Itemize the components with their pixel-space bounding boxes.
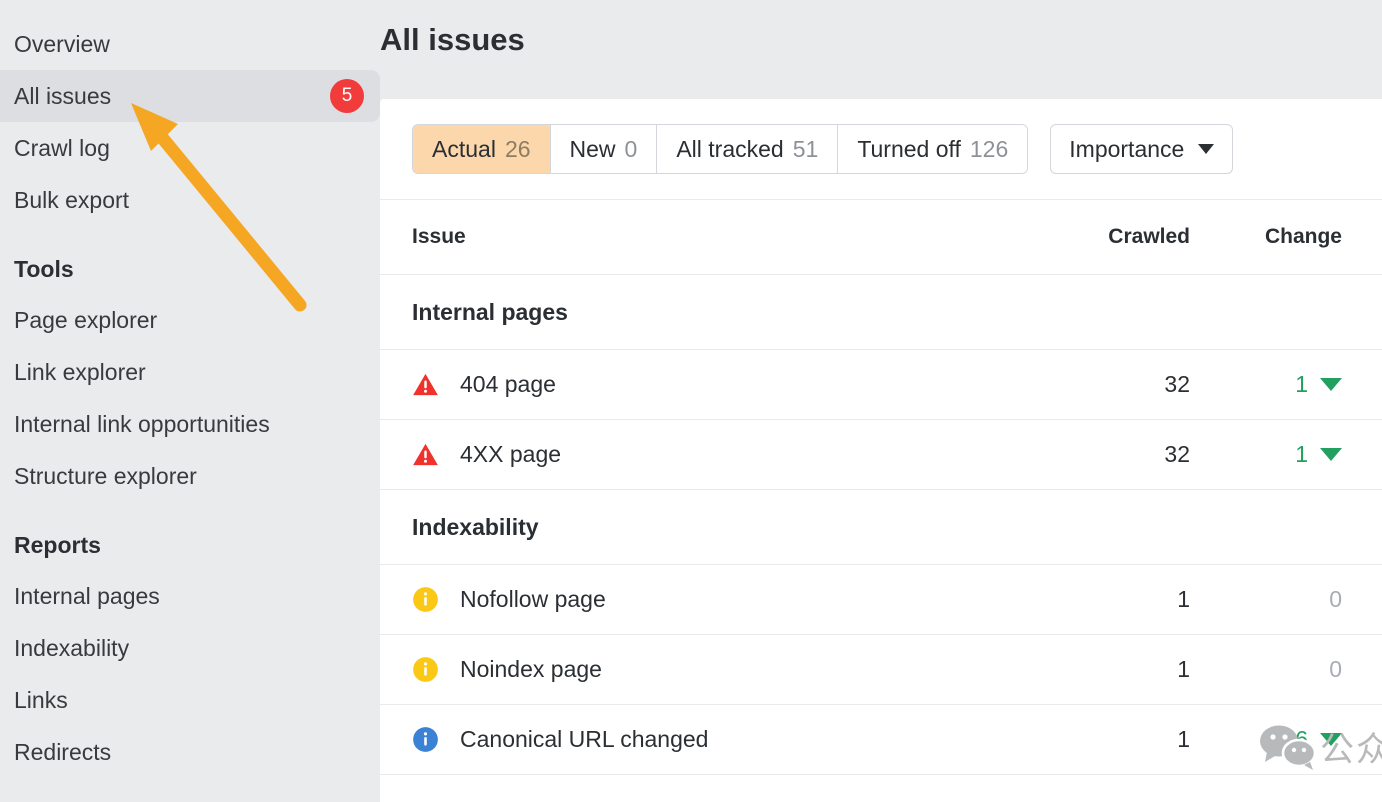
error-triangle-icon xyxy=(413,373,438,396)
warning-info-icon xyxy=(413,657,438,682)
sidebar-item-structure-explorer[interactable]: Structure explorer xyxy=(0,450,380,502)
change-number: 6 xyxy=(1295,726,1308,752)
table-group-header: Indexability xyxy=(380,490,1382,565)
column-header-crawled[interactable]: Crawled xyxy=(1020,225,1190,249)
sidebar-item-label: Structure explorer xyxy=(14,462,197,489)
sidebar-item-link-explorer[interactable]: Link explorer xyxy=(0,346,380,398)
sidebar-item-bulk-export[interactable]: Bulk export xyxy=(0,174,380,226)
table-row[interactable]: 4XX page 32 1 xyxy=(380,420,1382,490)
tab-count: 126 xyxy=(969,135,1009,162)
tab-all-tracked[interactable]: All tracked 51 xyxy=(657,125,839,173)
issue-label: 4XX page xyxy=(460,441,562,467)
crawled-value: 1 xyxy=(1177,586,1190,612)
sidebar-item-label: All issues xyxy=(14,82,112,109)
change-value: 6 xyxy=(1190,726,1350,753)
sidebar-item-label: Link explorer xyxy=(14,358,146,385)
crawled-value: 32 xyxy=(1164,441,1190,467)
table-group-header: Internal pages xyxy=(380,275,1382,350)
change-number: 0 xyxy=(1329,586,1342,612)
issue-cell: Nofollow page xyxy=(412,586,1020,613)
issue-cell: 404 page xyxy=(412,371,1020,398)
error-triangle-icon xyxy=(413,443,438,466)
triangle-down-icon xyxy=(1320,733,1342,746)
issues-toolbar: Actual 26 New 0 All tracked 51 Turned of… xyxy=(380,99,1382,200)
page-title: All issues xyxy=(380,22,525,57)
sidebar-item-label: Internal pages xyxy=(14,582,160,609)
table-row[interactable]: Nofollow page 1 0 xyxy=(380,565,1382,635)
tab-label: Actual xyxy=(432,135,496,162)
issue-cell: Canonical URL changed xyxy=(412,726,1020,753)
change-value: 1 xyxy=(1190,441,1350,468)
table-row[interactable]: Canonical URL changed 1 6 xyxy=(380,705,1382,775)
tab-turned-off[interactable]: Turned off 126 xyxy=(838,125,1028,173)
issue-label: Nofollow page xyxy=(460,586,606,612)
tab-label: New xyxy=(569,135,616,162)
sidebar-item-all-issues[interactable]: All issues 5 xyxy=(0,70,380,122)
sidebar-item-internal-link-opportunities[interactable]: Internal link opportunities xyxy=(0,398,380,450)
page-header: All issues xyxy=(380,22,1382,58)
tab-count: 26 xyxy=(504,135,531,162)
sidebar-item-label: Page explorer xyxy=(14,306,158,333)
issue-label: 404 page xyxy=(460,371,556,397)
change-number: 0 xyxy=(1329,656,1342,682)
sidebar-item-label: Indexability xyxy=(14,634,130,661)
sidebar-item-label: Redirects xyxy=(14,738,112,765)
issue-filter-tabs: Actual 26 New 0 All tracked 51 Turned of… xyxy=(412,124,1029,174)
change-number: 1 xyxy=(1295,441,1308,467)
issues-card: Actual 26 New 0 All tracked 51 Turned of… xyxy=(380,99,1382,802)
table-row[interactable]: Noindex page 1 0 xyxy=(380,635,1382,705)
sidebar-item-overview[interactable]: Overview xyxy=(0,18,380,70)
table-row[interactable]: 404 page 32 1 xyxy=(380,350,1382,420)
sidebar-group-title-reports: Reports xyxy=(14,531,101,558)
tab-label: All tracked xyxy=(676,135,784,162)
triangle-down-icon xyxy=(1320,448,1342,461)
issue-cell: Noindex page xyxy=(412,656,1020,683)
tab-label: Turned off xyxy=(857,135,961,162)
sidebar-item-links[interactable]: Links xyxy=(0,674,380,726)
change-value: 0 xyxy=(1190,586,1350,613)
sidebar-group-title-tools: Tools xyxy=(14,255,74,282)
sidebar-item-label: Overview xyxy=(14,30,110,57)
importance-dropdown[interactable]: Importance xyxy=(1050,124,1234,174)
table-header: Issue Crawled Change xyxy=(380,200,1382,275)
tab-actual[interactable]: Actual 26 xyxy=(413,125,551,173)
app-root: Overview All issues 5 Crawl log Bulk exp… xyxy=(0,0,1382,802)
tab-count: 51 xyxy=(792,135,819,162)
change-number: 1 xyxy=(1295,371,1308,397)
main-content: All issues Actual 26 New 0 All tracked 5… xyxy=(380,0,1382,802)
crawled-value: 1 xyxy=(1177,726,1190,752)
crawled-value: 1 xyxy=(1177,656,1190,682)
sidebar: Overview All issues 5 Crawl log Bulk exp… xyxy=(0,0,380,802)
crawled-value: 32 xyxy=(1164,371,1190,397)
change-value: 0 xyxy=(1190,656,1350,683)
importance-dropdown-label: Importance xyxy=(1069,135,1185,162)
status-badge: 5 xyxy=(330,79,364,113)
tab-new[interactable]: New 0 xyxy=(550,125,658,173)
sidebar-item-redirects[interactable]: Redirects xyxy=(0,726,380,778)
column-header-issue[interactable]: Issue xyxy=(412,225,1020,249)
warning-info-icon xyxy=(413,587,438,612)
column-header-change[interactable]: Change xyxy=(1190,225,1350,249)
sidebar-item-crawl-log[interactable]: Crawl log xyxy=(0,122,380,174)
sidebar-item-internal-pages[interactable]: Internal pages xyxy=(0,570,380,622)
change-value: 1 xyxy=(1190,371,1350,398)
sidebar-item-label: Links xyxy=(14,686,68,713)
info-icon xyxy=(413,727,438,752)
issue-label: Canonical URL changed xyxy=(460,726,709,752)
sidebar-item-page-explorer[interactable]: Page explorer xyxy=(0,294,380,346)
issue-label: Noindex page xyxy=(460,656,602,682)
sidebar-item-label: Crawl log xyxy=(14,134,110,161)
issue-cell: 4XX page xyxy=(412,441,1020,468)
tab-count: 0 xyxy=(624,135,638,162)
sidebar-item-indexability[interactable]: Indexability xyxy=(0,622,380,674)
triangle-down-icon xyxy=(1320,378,1342,391)
sidebar-item-label: Bulk export xyxy=(14,186,130,213)
sidebar-item-label: Internal link opportunities xyxy=(14,410,270,437)
chevron-down-icon xyxy=(1198,144,1215,154)
